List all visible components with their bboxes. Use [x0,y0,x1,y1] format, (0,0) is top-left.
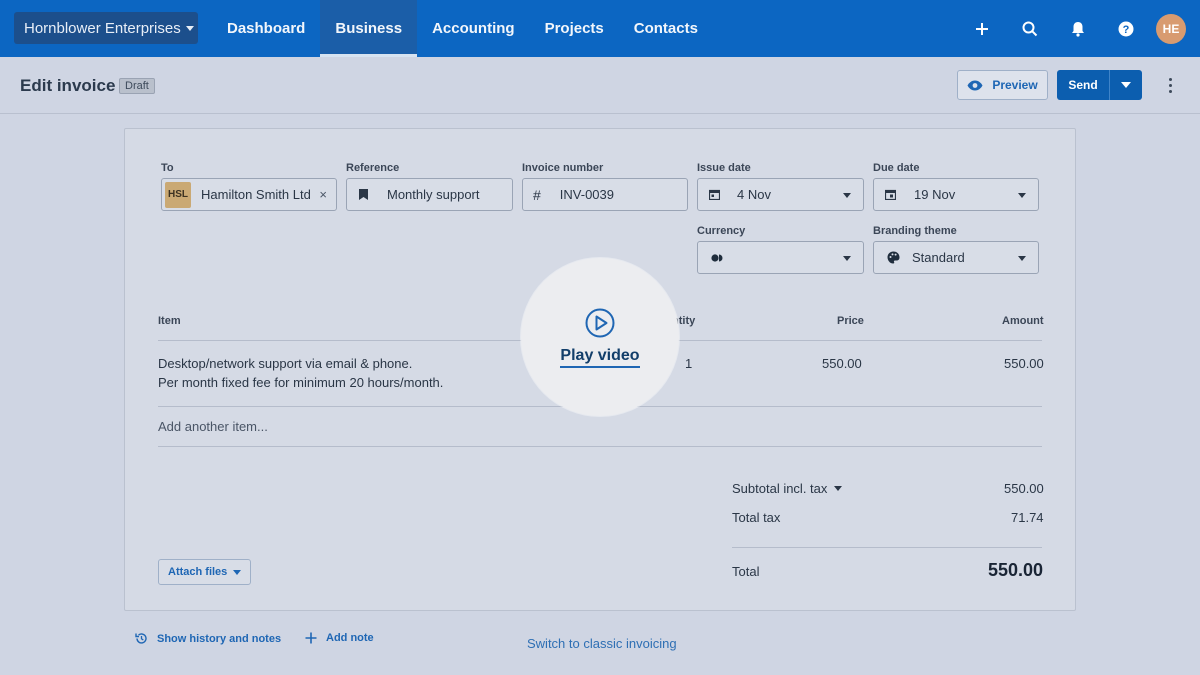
tax-label: Total tax [732,510,781,525]
subtotal-label: Subtotal incl. tax [732,481,828,496]
invoice-number-value: INV-0039 [559,187,614,202]
status-badge: Draft [119,78,155,94]
subtotal-value: 550.00 [1004,481,1044,496]
bookmark-icon [359,189,368,200]
chevron-down-icon [843,193,851,198]
contact-name: Hamilton Smith Ltd [201,187,311,202]
contact-field[interactable]: HSL Hamilton Smith Ltd × [161,178,337,211]
column-item: Item [158,315,181,327]
issue-date-label: Issue date [697,162,751,174]
organisation-name: Hornblower Enterprises [24,19,181,37]
nav-contacts[interactable]: Contacts [619,0,713,57]
total-value: 550.00 [988,560,1044,580]
line-item-quantity[interactable]: 1 [685,354,692,373]
totals-divider [732,547,1042,548]
chevron-down-icon [1121,82,1131,88]
main-menu: Dashboard Business Accounting Projects C… [212,0,713,57]
add-note-link[interactable]: Add note [305,632,374,644]
chevron-down-icon [834,486,843,491]
search-icon[interactable] [1006,0,1054,57]
show-history-link[interactable]: Show history and notes [135,632,281,645]
chevron-down-icon [843,256,851,261]
currency-select[interactable] [697,241,864,274]
subtotal-toggle[interactable]: Subtotal incl. tax [732,479,843,498]
invoice-number-field[interactable]: # INV-0039 [522,178,688,211]
chevron-down-icon [233,569,242,575]
currency-label: Currency [697,225,746,237]
switch-classic-link[interactable]: Switch to classic invoicing [527,636,677,651]
attach-files-label: Attach files [168,566,228,578]
calendar-icon [709,189,720,200]
plus-icon[interactable] [958,0,1006,57]
chevron-down-icon [1018,193,1026,198]
column-amount: Amount [1002,315,1044,327]
line-item-price[interactable]: 550.00 [822,354,862,373]
send-options-button[interactable] [1109,70,1142,100]
preview-button[interactable]: Preview [957,70,1048,100]
show-history-label: Show history and notes [157,632,282,645]
tax-value: 71.74 [1011,510,1044,525]
line-item-amount: 550.00 [1004,356,1044,371]
nav-business[interactable]: Business [320,0,418,57]
add-item-input[interactable]: Add another item... [158,417,268,436]
branding-theme-value: Standard [912,250,965,265]
due-date-value: 19 Nov [914,187,956,202]
reference-value: Monthly support [387,187,480,202]
nav-actions: ? HE [958,0,1186,57]
chevron-down-icon [185,25,194,31]
organisation-switcher[interactable]: Hornblower Enterprises [14,12,198,44]
column-price: Price [837,315,864,327]
due-date-label: Due date [873,162,920,174]
preview-label: Preview [992,78,1038,92]
add-note-label: Add note [326,632,374,644]
issue-date-field[interactable]: 4 Nov [697,178,864,211]
chevron-down-icon [1018,256,1026,261]
nav-projects[interactable]: Projects [530,0,619,57]
help-icon[interactable]: ? [1102,0,1150,57]
bell-icon[interactable] [1054,0,1102,57]
invoice-number-label: Invoice number [522,162,604,174]
issue-date-value: 4 Nov [737,187,771,202]
branding-theme-select[interactable]: Standard [873,241,1039,274]
page-title: Edit invoice [20,76,116,95]
hash-icon: # [533,186,541,203]
reference-label: Reference [346,162,400,174]
play-icon [585,308,615,337]
nav-dashboard[interactable]: Dashboard [212,0,320,57]
clear-contact-icon[interactable]: × [319,187,327,202]
play-video-button[interactable]: Play video [521,258,679,416]
nav-accounting[interactable]: Accounting [417,0,530,57]
attach-files-button[interactable]: Attach files [158,559,251,585]
avatar[interactable]: HE [1156,13,1186,44]
currency-icon [711,253,723,262]
play-video-label: Play video [560,347,640,368]
to-label: To [161,162,174,174]
calendar-due-icon [885,189,896,200]
history-icon [135,633,147,644]
branding-theme-label: Branding theme [873,225,957,237]
due-date-field[interactable]: 19 Nov [873,178,1039,211]
line-item-description-2[interactable]: Per month fixed fee for minimum 20 hours… [158,373,443,392]
page-header: Edit invoice Draft Preview Send [0,57,1200,114]
top-navigation: Hornblower Enterprises Dashboard Busines… [0,0,1200,57]
svg-text:?: ? [1123,24,1130,36]
send-button[interactable]: Send [1057,70,1109,100]
contact-avatar: HSL [165,181,191,208]
eye-icon [967,80,983,90]
plus-icon [305,632,317,644]
row-divider [158,446,1042,447]
total-label: Total [732,564,760,579]
palette-icon [887,251,900,264]
reference-field[interactable]: Monthly support [346,178,513,211]
line-item-description-1[interactable]: Desktop/network support via email & phon… [158,354,412,373]
more-options-icon[interactable] [1162,75,1178,95]
